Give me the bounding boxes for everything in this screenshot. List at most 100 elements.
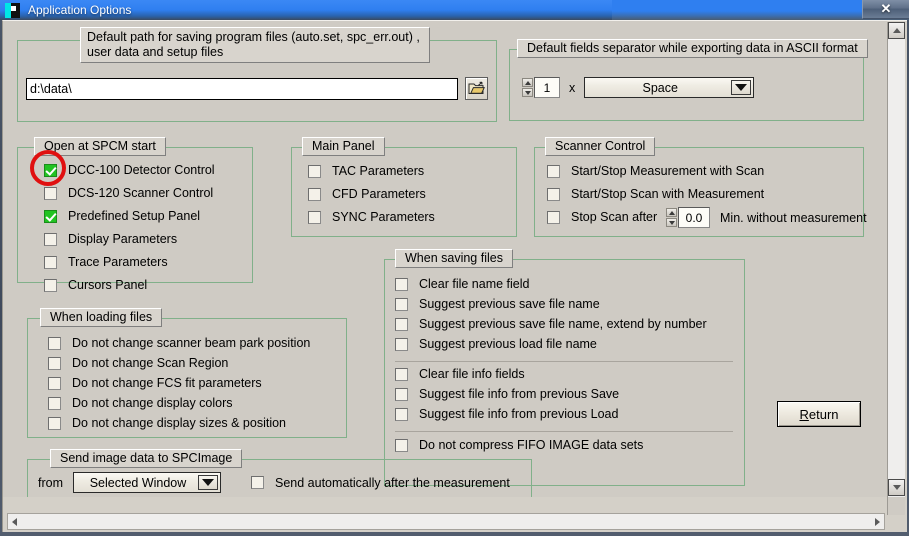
scanner-control-item-1[interactable]: Start/Stop Scan with Measurement	[547, 187, 764, 201]
open-folder-icon	[468, 81, 485, 94]
checkbox-clear-file-name-field[interactable]	[395, 277, 408, 291]
when-saving-label-3: Suggest previous load file name	[419, 337, 597, 351]
when-saving-item-1[interactable]: Suggest previous save file name	[395, 297, 600, 311]
checkbox-stop-scan-after[interactable]	[547, 210, 560, 224]
scanner-control-label-2: Stop Scan after	[571, 210, 658, 224]
when-saving-label-1: Suggest previous save file name	[419, 297, 600, 311]
when-loading-item-0[interactable]: Do not change scanner beam park position	[48, 336, 310, 350]
when-saving-item-7[interactable]: Do not compress FIFO IMAGE data sets	[395, 438, 643, 452]
checkbox-clear-file-info-fields[interactable]	[395, 367, 408, 381]
scanner-control-item-0[interactable]: Start/Stop Measurement with Scan	[547, 164, 764, 178]
open-at-start-label-1: DCS-120 Scanner Control	[68, 186, 214, 200]
when-saving-item-3[interactable]: Suggest previous load file name	[395, 337, 597, 351]
main-panel-label-0: TAC Parameters	[332, 164, 425, 178]
checkbox-suggest-info-previous-load[interactable]	[395, 407, 408, 421]
checkbox-suggest-previous-save-name-extend[interactable]	[395, 317, 408, 331]
checkbox-display-parameters[interactable]	[44, 232, 57, 246]
checkbox-do-not-compress-fifo-image[interactable]	[395, 438, 408, 452]
open-at-start-item-4[interactable]: Trace Parameters	[44, 255, 168, 269]
when-loading-item-1[interactable]: Do not change Scan Region	[48, 356, 228, 370]
send-image-source-value: Selected Window	[89, 475, 187, 490]
separator-count-spinner[interactable]	[522, 78, 533, 97]
return-button-label: Return	[799, 407, 838, 422]
when-loading-item-2[interactable]: Do not change FCS fit parameters	[48, 376, 262, 390]
spinner-up-button[interactable]	[522, 78, 533, 87]
separator-type-combo[interactable]: Space	[584, 77, 755, 98]
return-label-rest: eturn	[808, 406, 839, 422]
scroll-up-arrow-icon[interactable]	[888, 22, 905, 39]
scanner-control-label-0: Start/Stop Measurement with Scan	[571, 164, 765, 178]
send-image-source-combo[interactable]: Selected Window	[73, 472, 221, 493]
scroll-right-arrow-icon[interactable]	[871, 515, 884, 528]
horizontal-scrollbar[interactable]	[7, 513, 885, 530]
chevron-down-icon[interactable]	[731, 80, 752, 95]
checkbox-do-not-change-scan-region[interactable]	[48, 356, 61, 370]
when-saving-item-2[interactable]: Suggest previous save file name, extend …	[395, 317, 707, 331]
when-loading-item-4[interactable]: Do not change display sizes & position	[48, 416, 286, 430]
checkbox-dcs120-scanner-control[interactable]	[44, 186, 57, 200]
checkbox-cfd-parameters[interactable]	[308, 187, 321, 201]
when-saving-legend: When saving files	[395, 249, 513, 268]
open-at-start-legend: Open at SPCM start	[34, 137, 166, 156]
window-title: Application Options	[28, 3, 132, 17]
main-panel-label-2: SYNC Parameters	[332, 210, 435, 224]
checkbox-suggest-previous-load-name[interactable]	[395, 337, 408, 351]
default-path-group: Default path for saving program files (a…	[17, 27, 497, 122]
divider-2	[395, 431, 733, 432]
stop-scan-spinner-up[interactable]	[666, 208, 677, 217]
checkbox-cursors-panel[interactable]	[44, 278, 57, 292]
checkbox-send-automatically[interactable]	[251, 476, 264, 489]
checkbox-suggest-info-previous-save[interactable]	[395, 387, 408, 401]
when-saving-files-group: When saving files Clear file name field …	[384, 249, 745, 486]
checkbox-do-not-change-display-colors[interactable]	[48, 396, 61, 410]
open-at-start-item-5[interactable]: Cursors Panel	[44, 278, 147, 292]
checkbox-do-not-change-beam-park[interactable]	[48, 336, 61, 350]
when-loading-label-4: Do not change display sizes & position	[72, 416, 287, 430]
return-accel-key: R	[799, 406, 809, 422]
scanner-control-item-2[interactable]: Stop Scan after	[547, 210, 657, 224]
checkbox-do-not-change-fcs-fit[interactable]	[48, 376, 61, 390]
main-panel-group: Main Panel TAC Parameters CFD Parameters…	[291, 137, 517, 237]
send-image-from-label: from	[38, 475, 63, 490]
when-loading-label-1: Do not change Scan Region	[72, 356, 229, 370]
when-saving-item-0[interactable]: Clear file name field	[395, 277, 529, 291]
scroll-left-arrow-icon[interactable]	[8, 515, 21, 528]
checkbox-predefined-setup-panel[interactable]	[44, 209, 57, 223]
vertical-scrollbar[interactable]	[887, 22, 905, 515]
open-at-start-item-3[interactable]: Display Parameters	[44, 232, 177, 246]
when-saving-item-6[interactable]: Suggest file info from previous Load	[395, 407, 618, 421]
open-at-start-item-1[interactable]: DCS-120 Scanner Control	[44, 186, 213, 200]
checkbox-trace-parameters[interactable]	[44, 255, 57, 269]
options-surface: Default path for saving program files (a…	[3, 21, 887, 497]
main-panel-item-2[interactable]: SYNC Parameters	[308, 210, 435, 224]
stop-scan-spinner[interactable]	[666, 208, 677, 227]
stop-scan-spinner-down[interactable]	[666, 218, 677, 227]
browse-folder-button[interactable]	[465, 77, 488, 100]
chevron-down-icon[interactable]	[198, 475, 218, 490]
checkbox-do-not-change-display-sizes[interactable]	[48, 416, 61, 430]
checkbox-startstop-measurement-with-scan[interactable]	[547, 164, 560, 178]
return-button[interactable]: Return	[777, 401, 861, 427]
open-at-start-item-0[interactable]: DCC-100 Detector Control	[44, 163, 215, 177]
default-path-input[interactable]: d:\data\	[26, 78, 458, 100]
ascii-separator-controls: 1 x Space	[522, 77, 755, 98]
separator-count-value[interactable]: 1	[534, 77, 560, 98]
checkbox-sync-parameters[interactable]	[308, 210, 321, 224]
main-panel-item-0[interactable]: TAC Parameters	[308, 164, 424, 178]
spinner-down-button[interactable]	[522, 88, 533, 97]
close-icon[interactable]: ✕	[862, 0, 909, 19]
checkbox-tac-parameters[interactable]	[308, 164, 321, 178]
divider-1	[395, 361, 733, 362]
checkbox-dcc100-detector-control[interactable]	[44, 163, 57, 177]
when-saving-item-5[interactable]: Suggest file info from previous Save	[395, 387, 619, 401]
checkbox-startstop-scan-with-measurement[interactable]	[547, 187, 560, 201]
when-saving-item-4[interactable]: Clear file info fields	[395, 367, 525, 381]
checkbox-suggest-previous-save-name[interactable]	[395, 297, 408, 311]
main-panel-item-1[interactable]: CFD Parameters	[308, 187, 426, 201]
when-loading-item-3[interactable]: Do not change display colors	[48, 396, 233, 410]
when-loading-legend: When loading files	[40, 308, 163, 327]
stop-scan-minutes-value[interactable]: 0.0	[678, 207, 710, 228]
when-loading-label-0: Do not change scanner beam park position	[72, 336, 311, 350]
open-at-start-item-2[interactable]: Predefined Setup Panel	[44, 209, 200, 223]
scroll-down-arrow-icon[interactable]	[888, 479, 905, 496]
